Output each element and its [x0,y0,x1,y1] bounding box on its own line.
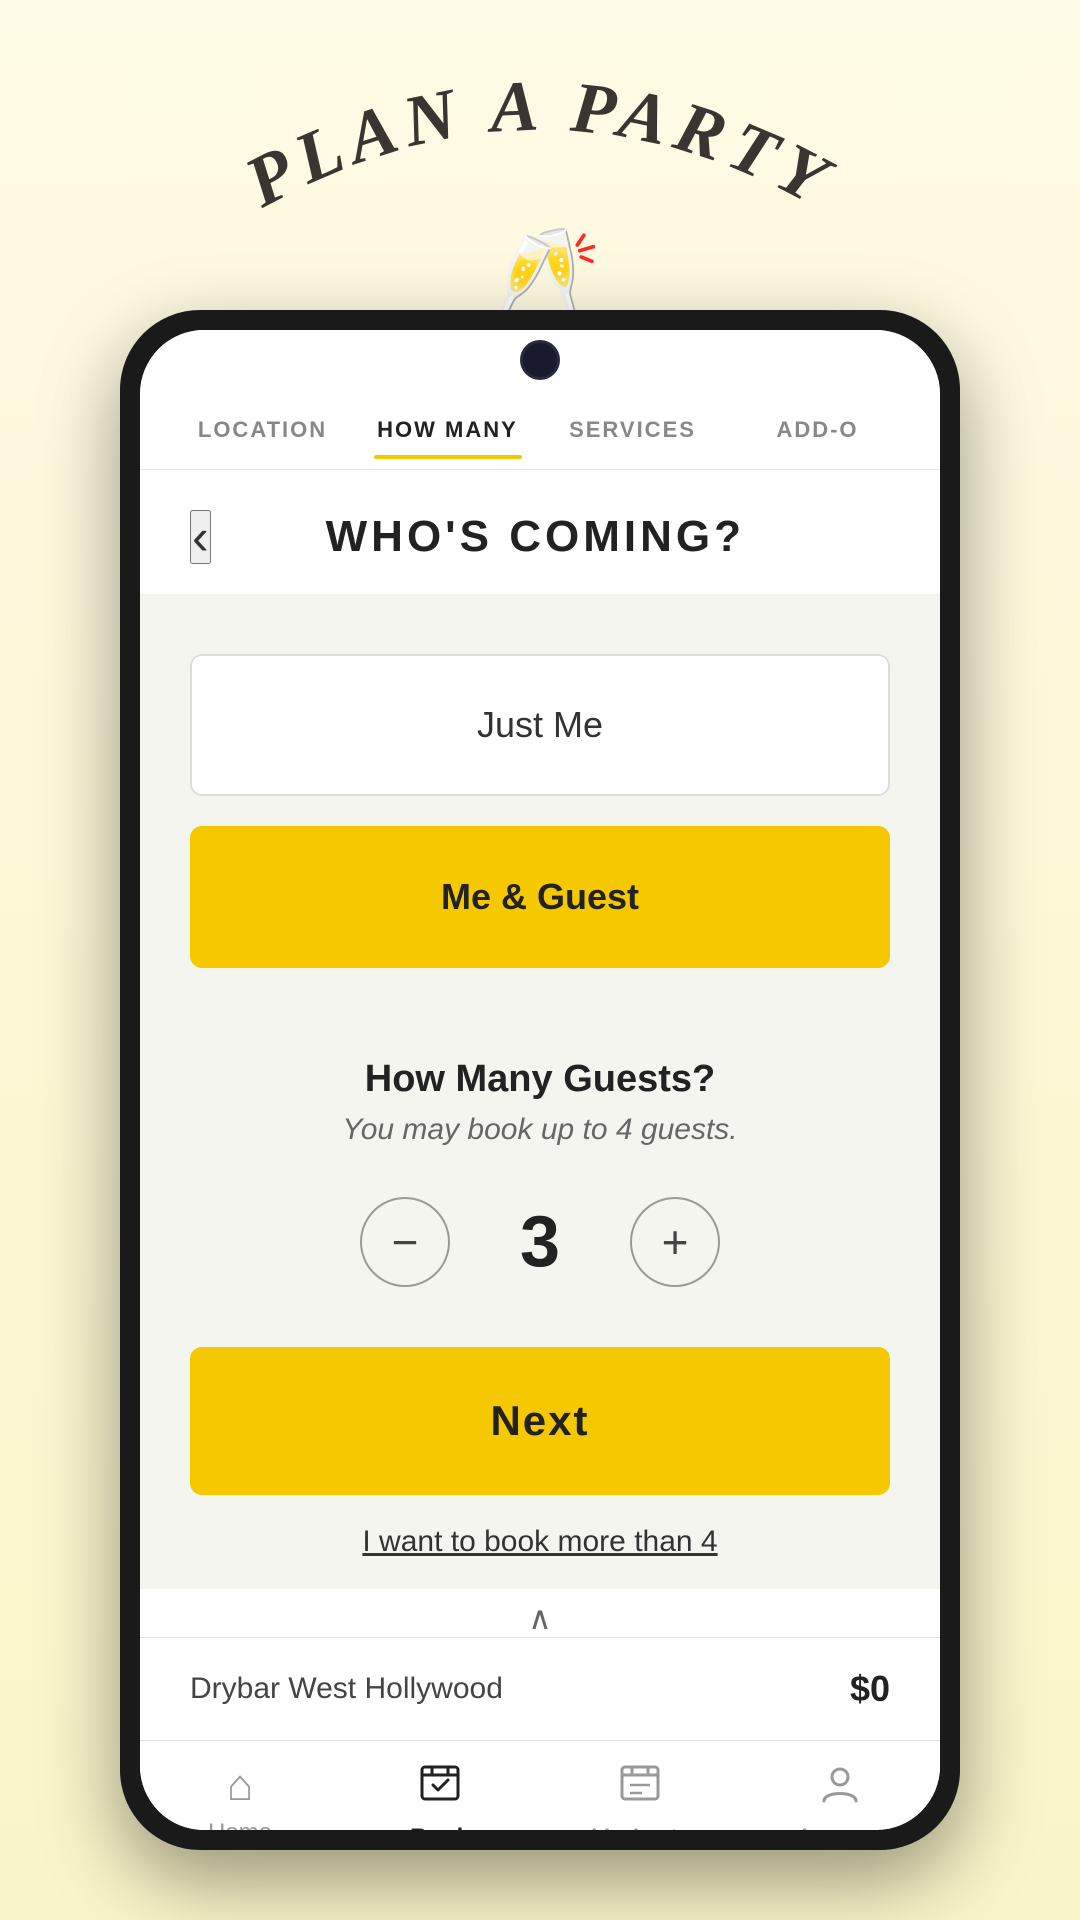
nav-my-appts[interactable]: My Appts [540,1761,740,1830]
nav-appts-label: My Appts [591,1824,690,1830]
phone-camera [520,340,560,380]
phone-screen: LOCATION HOW MANY SERVICES ADD-O ‹ WHO'S… [140,330,940,1830]
just-me-button[interactable]: Just Me [190,654,890,796]
nav-home-label: Home [208,1819,272,1830]
screen-header: ‹ WHO'S COMING? [140,470,940,594]
appts-icon [618,1761,662,1816]
home-icon: ⌂ [227,1761,254,1811]
guests-section: How Many Guests? You may book up to 4 gu… [140,1058,940,1347]
options-area: Just Me Me & Guest [140,594,940,1028]
summary-wrapper: ∧ Drybar West Hollywood $0 [140,1589,940,1740]
decrement-button[interactable]: − [360,1197,450,1287]
book-icon [418,1761,462,1816]
nav-home[interactable]: ⌂ Home [140,1761,340,1830]
summary-bar: Drybar West Hollywood $0 [140,1637,940,1740]
plus-icon: + [662,1219,689,1265]
guest-count: 3 [500,1201,580,1283]
me-and-guest-button[interactable]: Me & Guest [190,826,890,968]
nav-account[interactable]: Account [740,1761,940,1830]
tab-add-ons[interactable]: ADD-O [725,401,910,459]
more-than-link[interactable]: I want to book more than 4 [140,1525,940,1559]
tab-how-many[interactable]: HOW MANY [355,401,540,459]
plan-a-party-title-svg: PLAN A PARTY [220,80,860,220]
price-display: $0 [850,1668,890,1710]
increment-button[interactable]: + [630,1197,720,1287]
chevron-up-icon[interactable]: ∧ [140,1589,940,1637]
phone-device: LOCATION HOW MANY SERVICES ADD-O ‹ WHO'S… [120,310,960,1850]
svg-text:PLAN A PARTY: PLAN A PARTY [232,80,848,220]
nav-book-label: Book [410,1824,470,1830]
bottom-nav: ⌂ Home Book [140,1740,940,1830]
screen-title: WHO'S COMING? [231,512,840,562]
counter-row: − 3 + [190,1197,890,1287]
guests-label: How Many Guests? [190,1058,890,1101]
page-header: PLAN A PARTY 🥂 [0,0,1080,330]
nav-account-label: Account [797,1824,884,1830]
guests-sublabel: You may book up to 4 guests. [190,1113,890,1147]
tab-location[interactable]: LOCATION [170,401,355,459]
nav-book[interactable]: Book [340,1761,540,1830]
tab-services[interactable]: SERVICES [540,401,725,459]
next-button[interactable]: Next [190,1347,890,1495]
account-icon [818,1761,862,1816]
minus-icon: − [392,1219,419,1265]
back-button[interactable]: ‹ [190,510,211,564]
step-tabs: LOCATION HOW MANY SERVICES ADD-O [140,390,940,470]
screen-content: ‹ WHO'S COMING? Just Me Me & Guest How M… [140,470,940,1830]
phone-notch [140,330,940,390]
location-name: Drybar West Hollywood [190,1672,503,1706]
